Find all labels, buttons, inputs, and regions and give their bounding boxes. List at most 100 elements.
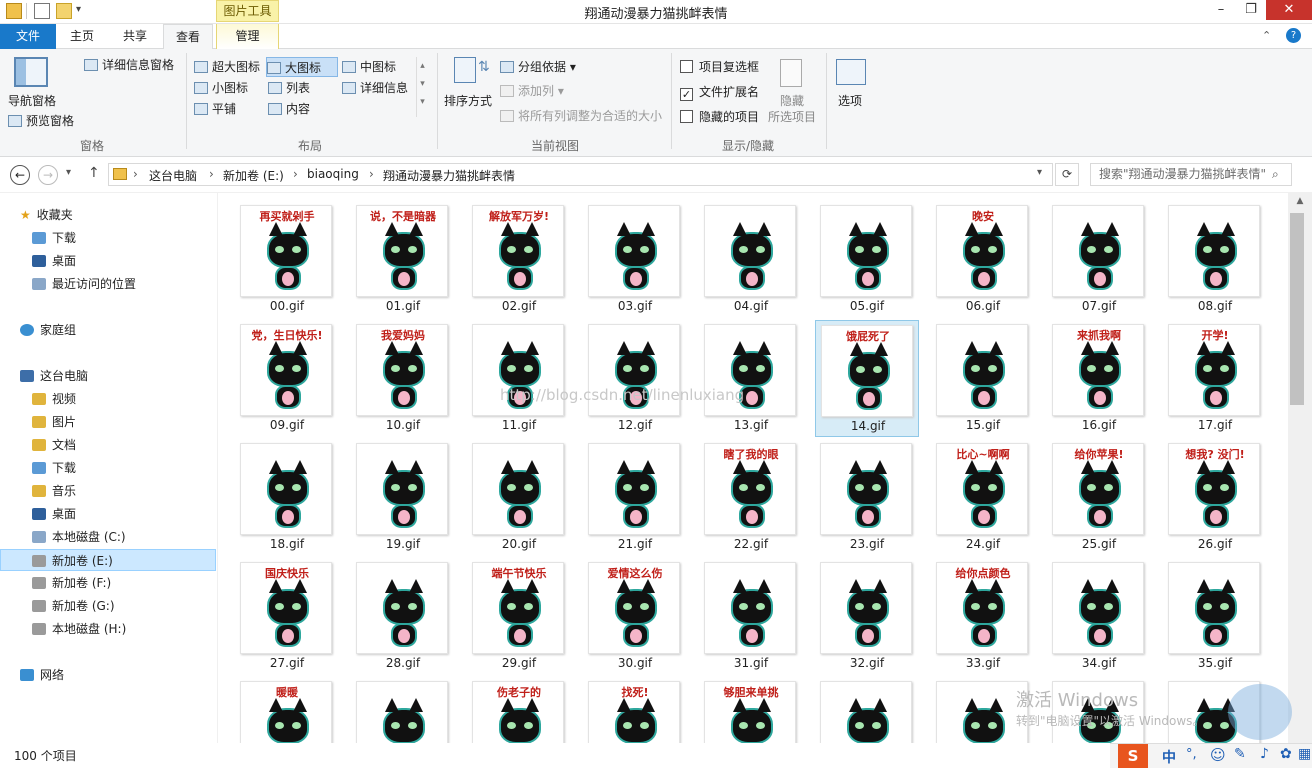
options-icon[interactable] — [836, 59, 866, 85]
ime-mode[interactable]: 中 — [1162, 747, 1176, 767]
pen-icon[interactable]: ✎ — [1234, 746, 1246, 762]
file-item[interactable]: 21.gif — [568, 431, 702, 551]
file-item[interactable]: 瞎了我的眼 22.gif — [684, 431, 818, 551]
layout-details[interactable]: 详细信息 — [342, 78, 408, 98]
file-item[interactable]: 想我? 没门! 26.gif — [1148, 431, 1282, 551]
crumb-this-pc[interactable]: 这台电脑 — [149, 167, 197, 184]
file-item[interactable]: 19.gif — [336, 431, 470, 551]
add-columns-button[interactable]: 添加列 ▾ — [500, 81, 564, 101]
file-item[interactable]: 34.gif — [1032, 550, 1166, 670]
help-icon[interactable]: ? — [1286, 28, 1301, 43]
sort-icon[interactable] — [454, 57, 476, 83]
file-item[interactable]: 解放军万岁! 02.gif — [452, 193, 586, 313]
layout-extra-large[interactable]: 超大图标 — [194, 57, 260, 77]
close-button[interactable]: ✕ — [1266, 0, 1312, 20]
file-extensions-toggle[interactable]: ✓ 文件扩展名 — [680, 82, 759, 102]
file-item[interactable]: 07.gif — [1032, 193, 1166, 313]
file-item[interactable]: 23.gif — [800, 431, 934, 551]
layout-scroll-icon[interactable]: ▴ ▾ ▾ — [416, 57, 428, 117]
file-item[interactable]: 爱情这么伤 30.gif — [568, 550, 702, 670]
layout-list[interactable]: 列表 — [268, 78, 310, 98]
back-icon[interactable]: ← — [10, 165, 30, 185]
file-item[interactable]: 端午节快乐 29.gif — [452, 550, 586, 670]
nav-music[interactable]: 音乐 — [0, 480, 216, 502]
minimize-button[interactable]: – — [1206, 0, 1236, 20]
file-item[interactable]: 伤老子的 — [452, 669, 586, 743]
nav-favorites[interactable]: ★ 收藏夹 — [0, 204, 216, 226]
crumb-drive-e[interactable]: 新加卷 (E:) — [223, 167, 284, 184]
nav-drive-e[interactable]: 新加卷 (E:) — [0, 549, 216, 571]
options-button[interactable]: 选项 — [838, 91, 862, 111]
file-item[interactable] — [800, 669, 934, 743]
sort-by-button[interactable]: 排序方式 — [444, 91, 492, 111]
file-item[interactable]: 20.gif — [452, 431, 586, 551]
nav-fav-downloads[interactable]: 下载 — [0, 227, 216, 249]
nav-pane-icon[interactable] — [14, 57, 48, 87]
tab-file[interactable]: 文件 — [0, 24, 56, 49]
skin-icon[interactable]: ✿ — [1280, 746, 1292, 762]
size-columns-button[interactable]: 将所有列调整为合适的大小 — [500, 106, 662, 126]
nav-downloads[interactable]: 下载 — [0, 457, 216, 479]
nav-videos[interactable]: 视频 — [0, 388, 216, 410]
nav-drive-g[interactable]: 新加卷 (G:) — [0, 595, 216, 617]
crumb-biaoqing[interactable]: biaoqing — [307, 167, 359, 181]
nav-documents[interactable]: 文档 — [0, 434, 216, 456]
forward-icon[interactable]: → — [38, 165, 58, 185]
file-item[interactable]: 12.gif — [568, 312, 702, 432]
nav-drive-c[interactable]: 本地磁盘 (C:) — [0, 526, 216, 548]
search-input[interactable]: 搜索"翔通动漫暴力猫挑衅表情" — [1090, 163, 1292, 186]
file-item[interactable]: 比心~啊啊 24.gif — [916, 431, 1050, 551]
address-bar[interactable]: › 这台电脑 › 新加卷 (E:) › biaoqing › 翔通动漫暴力猫挑衅… — [108, 163, 1053, 186]
layout-content[interactable]: 内容 — [268, 99, 310, 119]
nav-fav-desktop[interactable]: 桌面 — [0, 250, 216, 272]
nav-network[interactable]: 网络 — [0, 664, 216, 686]
file-item[interactable]: 饿屁死了 14.gif — [815, 320, 919, 437]
file-item[interactable]: 05.gif — [800, 193, 934, 313]
scrollbar-thumb[interactable] — [1290, 213, 1304, 405]
nav-this-pc[interactable]: 这台电脑 — [0, 365, 216, 387]
file-item[interactable]: 给你苹果! 25.gif — [1032, 431, 1166, 551]
file-item[interactable]: 国庆快乐 27.gif — [220, 550, 354, 670]
file-item[interactable]: 08.gif — [1148, 193, 1282, 313]
nav-drive-f[interactable]: 新加卷 (F:) — [0, 572, 216, 594]
toolbox-icon[interactable]: ▦ — [1298, 746, 1311, 762]
file-item[interactable]: 04.gif — [684, 193, 818, 313]
file-item[interactable]: 够胆来单挑 — [684, 669, 818, 743]
nav-pictures[interactable]: 图片 — [0, 411, 216, 433]
layout-tiles[interactable]: 平铺 — [194, 99, 236, 119]
file-item[interactable]: 来抓我啊 16.gif — [1032, 312, 1166, 432]
ribbon-collapse-icon[interactable]: ⌃ — [1262, 29, 1271, 42]
nav-desktop[interactable]: 桌面 — [0, 503, 216, 525]
up-icon[interactable]: ↑ — [88, 165, 100, 181]
file-item[interactable]: 13.gif — [684, 312, 818, 432]
file-item[interactable]: 晚安 06.gif — [916, 193, 1050, 313]
file-item[interactable]: 找死! — [568, 669, 702, 743]
file-item[interactable]: 15.gif — [916, 312, 1050, 432]
file-item[interactable]: 开学! 17.gif — [1148, 312, 1282, 432]
file-item[interactable]: 35.gif — [1148, 550, 1282, 670]
file-item[interactable]: 我爱妈妈 10.gif — [336, 312, 470, 432]
file-item[interactable]: 给你点颜色 33.gif — [916, 550, 1050, 670]
layout-medium[interactable]: 中图标 — [342, 57, 396, 77]
file-item[interactable]: 03.gif — [568, 193, 702, 313]
item-checkboxes-toggle[interactable]: 项目复选框 — [680, 57, 759, 77]
tab-manage[interactable]: 管理 — [216, 24, 279, 49]
details-pane-button[interactable]: 详细信息窗格 — [84, 55, 174, 75]
hide-selected-icon[interactable] — [780, 59, 802, 87]
preview-pane-button[interactable]: 预览窗格 — [8, 111, 74, 131]
file-item[interactable]: 暖暖 — [220, 669, 354, 743]
mic-icon[interactable]: ♪ — [1260, 746, 1269, 762]
maximize-button[interactable]: ❐ — [1236, 0, 1266, 20]
tab-home[interactable]: 主页 — [58, 24, 106, 49]
file-item[interactable]: 18.gif — [220, 431, 354, 551]
file-item[interactable]: 11.gif — [452, 312, 586, 432]
emoji-icon[interactable]: ☺ — [1210, 746, 1226, 764]
punctuation-icon[interactable]: °, — [1186, 747, 1197, 762]
nav-homegroup[interactable]: 家庭组 — [0, 319, 216, 341]
layout-large[interactable]: 大图标 — [266, 57, 338, 77]
crumb-current-folder[interactable]: 翔通动漫暴力猫挑衅表情 — [383, 167, 515, 184]
tab-view[interactable]: 查看 — [163, 24, 214, 50]
nav-drive-h[interactable]: 本地磁盘 (H:) — [0, 618, 216, 640]
nav-pane-button[interactable]: 导航窗格 — [8, 91, 56, 111]
file-item[interactable]: 28.gif — [336, 550, 470, 670]
